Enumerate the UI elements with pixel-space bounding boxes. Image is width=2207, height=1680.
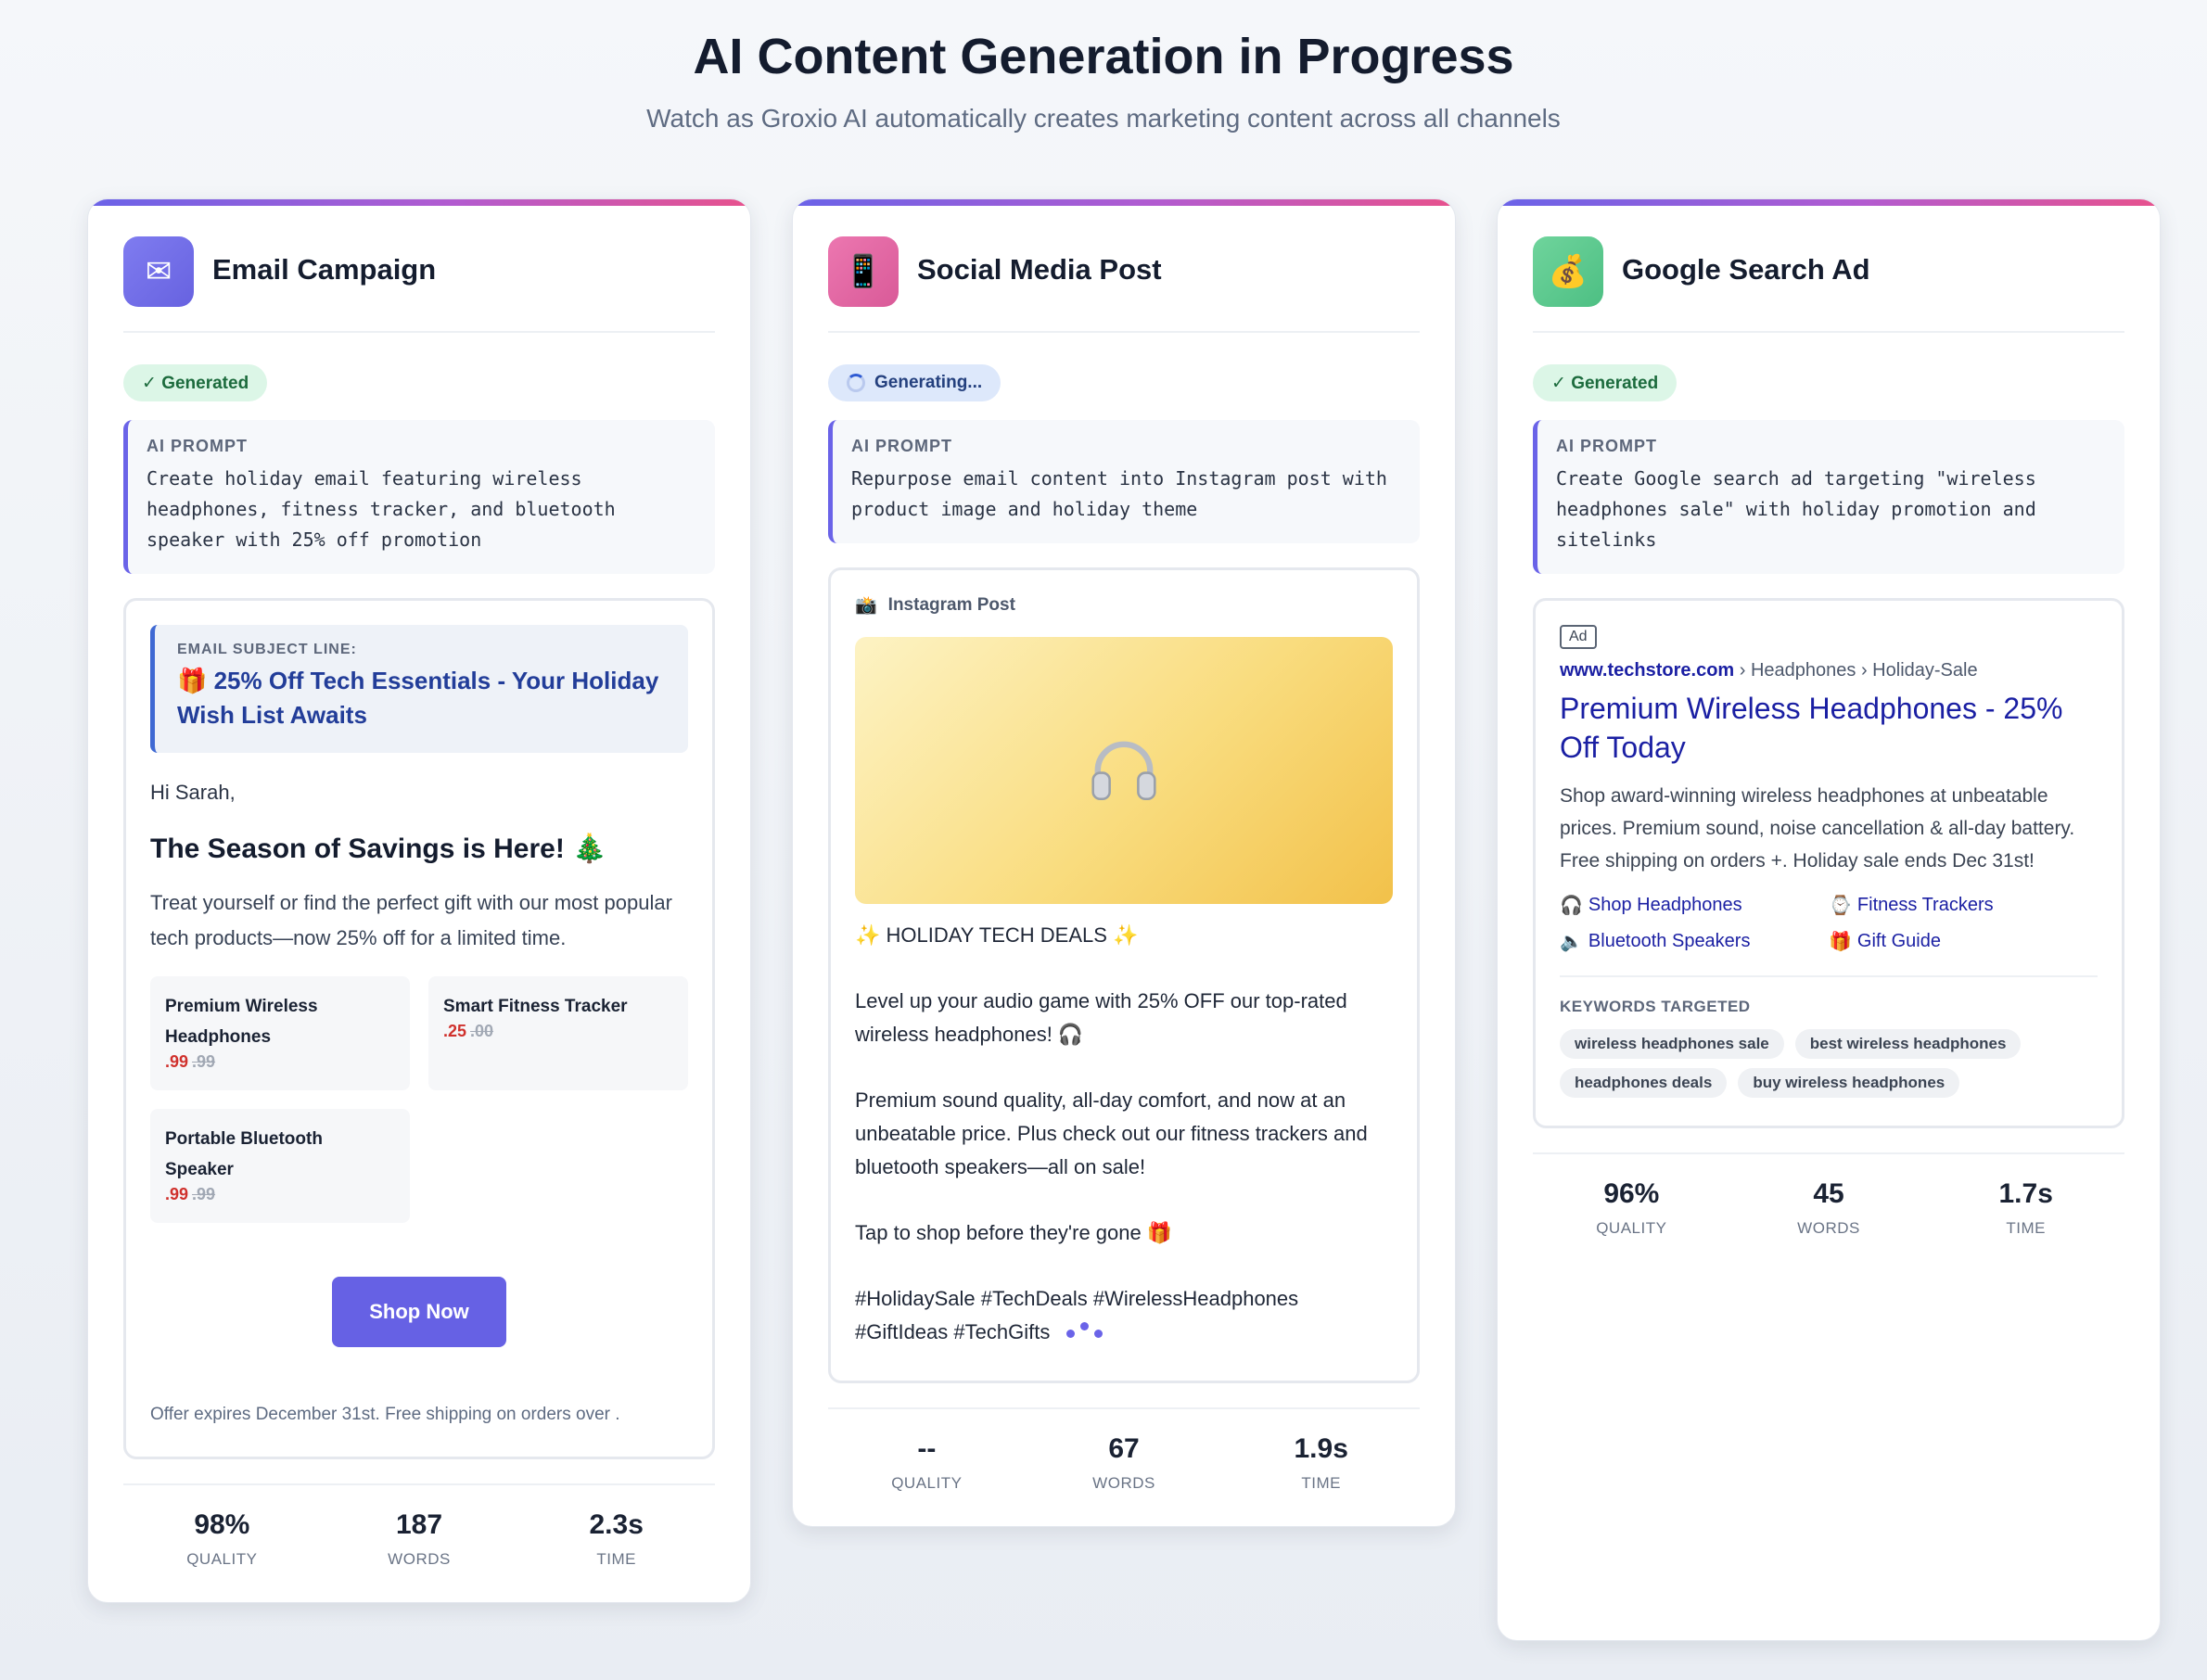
stat-words: 67 WORDS [1092,1433,1155,1492]
status-badge: ✓ Generated [1533,364,1678,401]
spinner-icon [847,374,865,392]
page-title: AI Content Generation in Progress [693,29,1514,84]
product-name: Smart Fitness Tracker [443,997,628,1016]
keyword-list: wireless headphones sale best wireless h… [1560,1029,2098,1098]
subject-label: EMAIL SUBJECT LINE: [177,642,357,657]
prompt-label: AI PROMPT [851,437,953,455]
product-card[interactable]: Portable Bluetooth Speaker .99.99 [150,1109,410,1223]
post-image [855,637,1393,904]
stat-words: 45 WORDS [1797,1178,1860,1237]
ad-headline[interactable]: Premium Wireless Headphones - 25% Off To… [1560,689,2098,767]
product-name: Premium Wireless Headphones [165,997,318,1047]
status-badge: Generating... [828,364,1001,401]
ai-prompt: AI PROMPT Repurpose email content into I… [828,420,1420,543]
phone-icon: 📱 [828,236,899,307]
card-header: ✉ Email Campaign [123,199,715,333]
envelope-icon: ✉ [123,236,194,307]
gift-icon: 🎁 [1829,932,1852,952]
caption-hashtags: #HolidaySale #TechDeals #WirelessHeadpho… [855,1287,1299,1343]
card-header: 💰 Google Search Ad [1533,199,2124,333]
headphones-icon: 🎧 [1560,896,1583,916]
page: AI Content Generation in Progress Watch … [0,0,2207,1680]
product-price: .25 [443,1022,467,1040]
product-card[interactable]: Smart Fitness Tracker .25.00 [428,976,688,1090]
stat-quality: 98% QUALITY [186,1509,258,1568]
stats-row: -- QUALITY 67 WORDS 1.9s TIME [828,1407,1420,1526]
ai-prompt: AI PROMPT Create Google search ad target… [1533,420,2124,574]
keywords-section: KEYWORDS TARGETED wireless headphones sa… [1560,975,2098,1098]
subject-text: 🎁 25% Off Tech Essentials - Your Holiday… [177,667,659,729]
email-footer-note: Offer expires December 31st. Free shippi… [150,1405,620,1424]
email-preview: EMAIL SUBJECT LINE: 🎁 25% Off Tech Essen… [123,598,715,1459]
email-campaign-card: ✉ Email Campaign ✓ Generated AI PROMPT C… [87,198,751,1603]
money-bag-icon: 💰 [1533,236,1603,307]
status-badge: ✓ Generated [123,364,268,401]
card-title: Google Search Ad [1622,253,1870,286]
keywords-label: KEYWORDS TARGETED [1560,998,1751,1015]
product-name: Portable Bluetooth Speaker [165,1129,323,1179]
product-old-price: .99 [192,1185,216,1203]
prompt-label: AI PROMPT [1556,437,1658,455]
sitelink[interactable]: ⌚ Fitness Trackers [1829,894,2098,917]
card-header: 📱 Social Media Post [828,199,1420,333]
caption-line: ✨ HOLIDAY TECH DEALS ✨ [855,923,1139,947]
social-media-card: 📱 Social Media Post Generating... AI PRO… [792,198,1456,1527]
caption-line: Level up your audio game with 25% OFF ou… [855,989,1347,1046]
card-title: Email Campaign [212,253,437,286]
product-old-price: .00 [470,1022,494,1040]
headphones-icon [1091,741,1156,801]
ad-display-url[interactable]: www.techstore.com › Headphones › Holiday… [1560,660,2098,681]
ad-tag: Ad [1560,625,1597,649]
keyword-chip: buy wireless headphones [1738,1068,1960,1098]
sitelink[interactable]: 🎧 Shop Headphones [1560,894,1829,917]
ad-description: Shop award-winning wireless headphones a… [1560,785,2075,872]
page-subtitle: Watch as Groxio AI automatically creates… [646,104,1561,133]
prompt-text: Repurpose email content into Instagram p… [851,467,1387,520]
product-old-price: .99 [192,1052,216,1071]
product-card[interactable]: Premium Wireless Headphones .99.99 [150,976,410,1090]
stats-row: 96% QUALITY 45 WORDS 1.7s TIME [1533,1152,2124,1271]
stat-words: 187 WORDS [388,1509,451,1568]
card-title: Social Media Post [917,253,1162,286]
keyword-chip: best wireless headphones [1794,1029,2022,1059]
speaker-icon: 🔈 [1560,932,1583,952]
shop-now-button[interactable]: Shop Now [332,1277,506,1347]
email-heading: The Season of Savings is Here! 🎄 [150,834,607,864]
ai-prompt: AI PROMPT Create holiday email featuring… [123,420,715,574]
caption-line: Premium sound quality, all-day comfort, … [855,1088,1368,1178]
keyword-chip: wireless headphones sale [1560,1029,1784,1059]
instagram-post-label: 📸 Instagram Post [855,595,1015,616]
prompt-label: AI PROMPT [147,437,249,455]
search-ad-preview: Ad www.techstore.com › Headphones › Holi… [1533,598,2124,1128]
subject-line-box: EMAIL SUBJECT LINE: 🎁 25% Off Tech Essen… [150,625,688,753]
stat-time: 1.7s TIME [1998,1178,2053,1237]
prompt-text: Create holiday email featuring wireless … [147,467,616,551]
post-caption: ✨ HOLIDAY TECH DEALS ✨ Level up your aud… [855,919,1393,1349]
stat-quality: -- QUALITY [891,1433,963,1492]
product-price: .99 [165,1052,189,1071]
caption-line: Tap to shop before they're gone 🎁 [855,1221,1173,1244]
stats-row: 98% QUALITY 187 WORDS 2.3s TIME [123,1483,715,1602]
product-price: .99 [165,1185,189,1203]
product-grid: Premium Wireless Headphones .99.99 Smart… [150,976,688,1223]
stat-time: 2.3s TIME [589,1509,644,1568]
sitelink[interactable]: 🔈 Bluetooth Speakers [1560,930,1829,953]
google-ad-card: 💰 Google Search Ad ✓ Generated AI PROMPT… [1497,198,2161,1641]
camera-icon: 📸 [855,596,877,616]
email-body: Treat yourself or find the perfect gift … [150,891,672,949]
keyword-chip: headphones deals [1560,1068,1728,1098]
instagram-preview: 📸 Instagram Post ✨ HOLIDAY TECH DEALS ✨ … [828,567,1420,1383]
sitelinks: 🎧 Shop Headphones ⌚ Fitness Trackers 🔈 Blue… [1560,894,2098,953]
stat-time: 1.9s TIME [1294,1433,1348,1492]
email-greeting: Hi Sarah, [150,781,236,804]
stat-quality: 96% QUALITY [1596,1178,1667,1237]
prompt-text: Create Google search ad targeting "wirel… [1556,467,2036,551]
typing-indicator-icon [1066,1321,1104,1338]
sitelink[interactable]: 🎁 Gift Guide [1829,930,2098,953]
watch-icon: ⌚ [1829,896,1852,916]
